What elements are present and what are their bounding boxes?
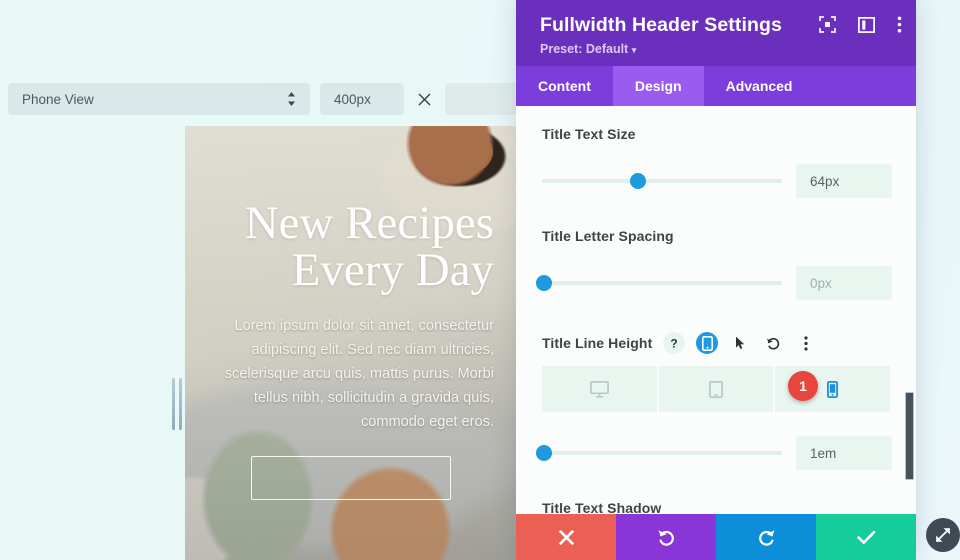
- status-badge: 1: [788, 371, 818, 401]
- panel-preset-dropdown[interactable]: Preset: Default ▾: [540, 42, 898, 56]
- title-text-size-row: 64px: [542, 164, 892, 198]
- title-letter-spacing-label: Title Letter Spacing: [542, 228, 674, 244]
- divi-builder-screen: Phone View 400px New Recipes Every Day L…: [0, 0, 960, 560]
- hero-title: New Recipes Every Day: [244, 197, 494, 296]
- panel-header: Fullwidth Header Settings Preset: Defaul…: [516, 0, 916, 66]
- panel-header-icons: [819, 16, 902, 33]
- slider-thumb[interactable]: [630, 173, 646, 189]
- redo-arrow-icon: [758, 529, 775, 546]
- view-mode-select[interactable]: Phone View: [8, 83, 311, 115]
- reset-undo-icon[interactable]: [762, 332, 784, 354]
- secondary-field[interactable]: [444, 83, 520, 115]
- help-question-icon[interactable]: ?: [663, 332, 686, 354]
- tab-advanced[interactable]: Advanced: [704, 66, 815, 106]
- phone-mobile-icon: [827, 380, 839, 398]
- title-text-size-label: Title Text Size: [542, 126, 636, 142]
- clear-width-button[interactable]: [414, 83, 435, 115]
- hero-cta-button[interactable]: [250, 456, 451, 501]
- more-options-icon[interactable]: [795, 332, 817, 354]
- preview-width-value: 400px: [334, 91, 371, 107]
- checkmark-icon: [856, 530, 875, 544]
- slider-thumb[interactable]: [536, 445, 553, 461]
- tab-design[interactable]: Design: [612, 66, 704, 106]
- save-button[interactable]: [816, 514, 916, 560]
- panel-body: Title Text Size 64px Title Letter Spacin…: [516, 106, 916, 560]
- tablet-icon: [709, 380, 723, 398]
- close-x-icon: [558, 529, 574, 545]
- select-updown-arrows-icon: [287, 91, 296, 107]
- panel-scrollbar[interactable]: [905, 392, 914, 480]
- panel-tabs: Content Design Advanced: [516, 66, 916, 106]
- module-settings-panel: Fullwidth Header Settings Preset: Defaul…: [516, 0, 916, 560]
- title-text-size-input[interactable]: 64px: [796, 164, 892, 198]
- responsive-mobile-icon[interactable]: [696, 332, 719, 354]
- panel-preset-label: Preset: Default: [540, 42, 629, 56]
- layout-panel-icon[interactable]: [858, 16, 875, 33]
- view-mode-value: Phone View: [22, 91, 94, 107]
- tab-content[interactable]: Content: [516, 66, 613, 106]
- chevron-down-icon: ▾: [631, 45, 637, 55]
- panel-resize-grip[interactable]: [926, 518, 960, 552]
- fullwidth-header-module[interactable]: New Recipes Every Day Lorem ipsum dolor …: [185, 126, 516, 560]
- focus-target-icon[interactable]: [819, 16, 836, 33]
- undo-arrow-icon: [657, 529, 674, 546]
- undo-button[interactable]: [616, 514, 716, 560]
- slider-thumb[interactable]: [536, 275, 553, 291]
- title-line-height-header: Title Line Height ?: [542, 332, 892, 354]
- cancel-button[interactable]: [516, 514, 616, 560]
- svg-text:?: ?: [671, 337, 678, 351]
- close-x-icon: [418, 93, 431, 105]
- redo-button[interactable]: [716, 514, 816, 560]
- title-letter-spacing-value: 0px: [810, 275, 832, 291]
- responsive-device-tabs: 1: [542, 366, 893, 412]
- preview-width-input[interactable]: 400px: [320, 83, 404, 115]
- title-line-height-value: 1em: [810, 445, 837, 461]
- panel-action-bar: [516, 514, 916, 560]
- device-tab-tablet[interactable]: [658, 366, 776, 412]
- title-text-size-slider[interactable]: [542, 173, 782, 189]
- responsive-preview-toolbar: Phone View 400px: [0, 82, 520, 116]
- hero-paragraph: Lorem ipsum dolor sit amet, consectetur …: [224, 318, 494, 431]
- title-line-height-slider[interactable]: [536, 445, 782, 461]
- diagonal-resize-icon: [936, 528, 950, 542]
- more-vertical-icon[interactable]: [897, 16, 902, 33]
- hero-content: New Recipes Every Day Lorem ipsum dolor …: [185, 126, 516, 501]
- vertical-resize-handle-icon[interactable]: [168, 378, 186, 430]
- desktop-monitor-icon: [589, 380, 609, 398]
- title-letter-spacing-input[interactable]: 0px: [796, 266, 892, 300]
- title-letter-spacing-slider[interactable]: [536, 275, 782, 291]
- device-tab-desktop[interactable]: [542, 366, 659, 412]
- preview-canvas: New Recipes Every Day Lorem ipsum dolor …: [160, 126, 516, 560]
- title-line-height-label: Title Line Height: [542, 335, 653, 351]
- title-letter-spacing-row: 0px: [536, 266, 892, 300]
- title-text-size-value: 64px: [810, 173, 840, 189]
- title-line-height-row: 1em: [536, 436, 892, 470]
- title-line-height-input[interactable]: 1em: [796, 436, 892, 470]
- hover-cursor-icon[interactable]: [729, 332, 751, 354]
